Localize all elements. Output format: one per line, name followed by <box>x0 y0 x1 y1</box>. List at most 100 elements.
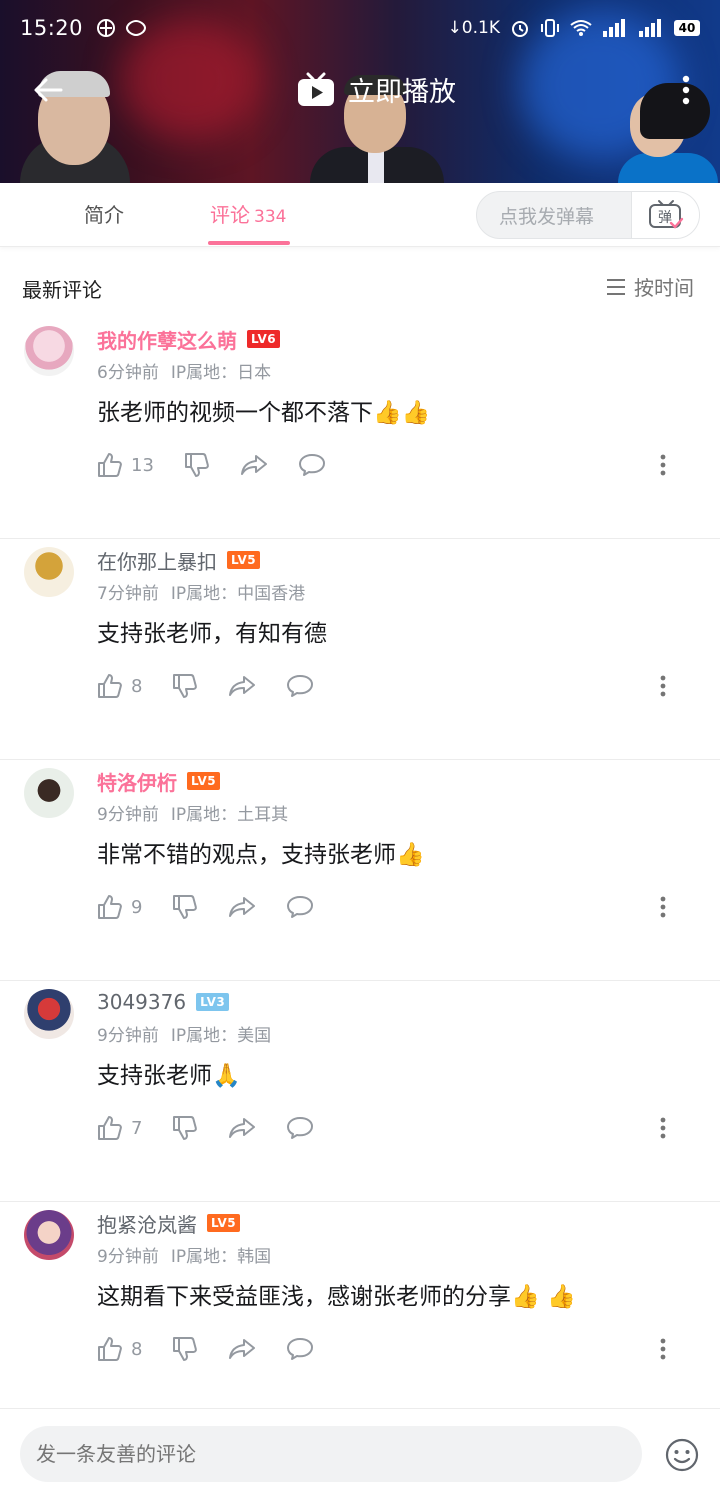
share-button[interactable] <box>228 895 256 919</box>
thumbs-down-icon <box>184 453 209 477</box>
avatar[interactable] <box>24 768 74 818</box>
comment-text: 张老师的视频一个都不落下👍👍 <box>97 400 431 426</box>
unicom-icon <box>126 20 147 36</box>
player-toolbar: 立即播放 <box>0 60 720 120</box>
emoji-button[interactable] <box>662 1435 702 1475</box>
danmaku-tv-icon: 弹 <box>648 200 683 229</box>
like-count: 8 <box>131 1338 143 1360</box>
tab-intro[interactable]: 简介 <box>84 183 124 247</box>
avatar[interactable] <box>24 989 74 1039</box>
wifi-icon <box>570 20 592 36</box>
danmaku-input[interactable]: 点我发弹幕 弹 <box>476 191 700 239</box>
avatar[interactable] <box>24 326 74 376</box>
comment-item: 特洛伊桁 LV5 9分钟前 IP属地：土耳其 非常不错的观点，支持张老师👍 9 <box>0 760 720 981</box>
comment-item: 在你那上暴扣 LV5 7分钟前 IP属地：中国香港 支持张老师，有知有德 8 <box>0 539 720 760</box>
share-button[interactable] <box>240 453 268 477</box>
thumbs-up-icon <box>98 674 122 698</box>
like-count: 7 <box>131 1117 143 1139</box>
sort-label: 按时间 <box>634 276 694 300</box>
tv-play-icon <box>298 72 334 106</box>
reply-button[interactable] <box>286 1337 314 1361</box>
dislike-button[interactable] <box>172 894 198 920</box>
signal-icon <box>639 19 661 37</box>
thumbs-up-icon <box>98 1337 122 1361</box>
net-speed: ↓0.1K <box>447 18 500 38</box>
comment-meta: 7分钟前 IP属地：中国香港 <box>97 579 305 604</box>
ip-location: IP属地：土耳其 <box>170 805 289 825</box>
username[interactable]: 我的作孽这么萌 <box>97 325 237 354</box>
comment-time: 6分钟前 <box>97 363 159 383</box>
vibrate-icon <box>541 19 559 37</box>
comment-text: 支持张老师🙏 <box>97 1063 241 1089</box>
comment-text: 非常不错的观点，支持张老师👍 <box>97 842 425 868</box>
thumbs-down-icon <box>173 895 198 919</box>
level-badge: LV5 <box>227 551 261 569</box>
danmaku-toggle-label: 弹 <box>658 210 672 226</box>
dislike-button[interactable] <box>184 452 210 478</box>
level-badge: LV3 <box>196 993 230 1011</box>
thumbs-up-icon <box>98 895 122 919</box>
reply-button[interactable] <box>298 453 326 477</box>
comment-meta: 9分钟前 IP属地：韩国 <box>97 1242 271 1267</box>
like-button[interactable]: 8 <box>97 1336 142 1362</box>
signal-icon <box>603 19 625 37</box>
share-button[interactable] <box>228 674 256 698</box>
chat-bubble-icon <box>287 1117 314 1139</box>
chat-bubble-icon <box>298 454 325 476</box>
share-button[interactable] <box>228 1337 256 1361</box>
dislike-button[interactable] <box>172 1336 198 1362</box>
level-badge: LV5 <box>187 772 221 790</box>
comment-input[interactable] <box>20 1426 642 1482</box>
comment-meta: 9分钟前 IP属地：美国 <box>97 1021 271 1046</box>
reply-button[interactable] <box>286 674 314 698</box>
tab-comments-count: 334 <box>254 207 287 227</box>
share-icon <box>229 1118 256 1138</box>
comment-item: 3049376 LV3 9分钟前 IP属地：美国 支持张老师🙏 7 <box>0 981 720 1202</box>
share-icon <box>240 455 267 475</box>
username[interactable]: 抱紧沧岚酱 <box>97 1209 197 1238</box>
tab-bar: 简介 评论 334 点我发弹幕 弹 <box>0 183 720 247</box>
comment-more-button[interactable] <box>650 1113 676 1143</box>
reply-button[interactable] <box>286 1116 314 1140</box>
back-button[interactable] <box>28 70 68 110</box>
sort-button[interactable]: 按时间 <box>606 272 694 301</box>
reply-button[interactable] <box>286 895 314 919</box>
like-count: 13 <box>131 454 154 476</box>
thumbs-up-icon <box>98 453 122 477</box>
like-button[interactable]: 8 <box>97 673 142 699</box>
play-now-button[interactable]: 立即播放 <box>296 70 456 109</box>
more-vertical-icon <box>660 1117 666 1139</box>
avatar[interactable] <box>24 1210 74 1260</box>
chat-bubble-icon <box>287 1338 314 1360</box>
smiley-icon <box>665 1438 699 1472</box>
comment-more-button[interactable] <box>650 1334 676 1364</box>
like-button[interactable]: 9 <box>97 894 142 920</box>
danmaku-toggle-button[interactable]: 弹 <box>631 192 699 238</box>
username[interactable]: 特洛伊桁 <box>97 767 177 796</box>
comment-list-header: 最新评论 按时间 <box>0 262 720 312</box>
share-icon <box>229 897 256 917</box>
more-vertical-icon <box>660 675 666 697</box>
dislike-button[interactable] <box>172 673 198 699</box>
comment-more-button[interactable] <box>650 450 676 480</box>
comment-composer <box>0 1408 720 1495</box>
more-vertical-icon <box>660 896 666 918</box>
dislike-button[interactable] <box>172 1115 198 1141</box>
danmaku-placeholder: 点我发弹幕 <box>499 205 595 228</box>
video-player[interactable]: 15:20 ↓0.1K 40 立即播放 <box>0 0 720 183</box>
share-icon <box>229 676 256 696</box>
active-tab-indicator <box>208 241 290 245</box>
ip-location: IP属地：日本 <box>170 363 272 383</box>
level-badge: LV6 <box>247 330 281 348</box>
avatar[interactable] <box>24 547 74 597</box>
like-button[interactable]: 7 <box>97 1115 142 1141</box>
username[interactable]: 3049376 <box>97 990 186 1014</box>
thumbs-down-icon <box>173 1116 198 1140</box>
like-button[interactable]: 13 <box>97 452 154 478</box>
comment-more-button[interactable] <box>650 671 676 701</box>
username[interactable]: 在你那上暴扣 <box>97 546 217 575</box>
share-button[interactable] <box>228 1116 256 1140</box>
tab-comments[interactable]: 评论 334 <box>210 183 286 247</box>
player-more-button[interactable] <box>668 70 704 110</box>
comment-more-button[interactable] <box>650 892 676 922</box>
